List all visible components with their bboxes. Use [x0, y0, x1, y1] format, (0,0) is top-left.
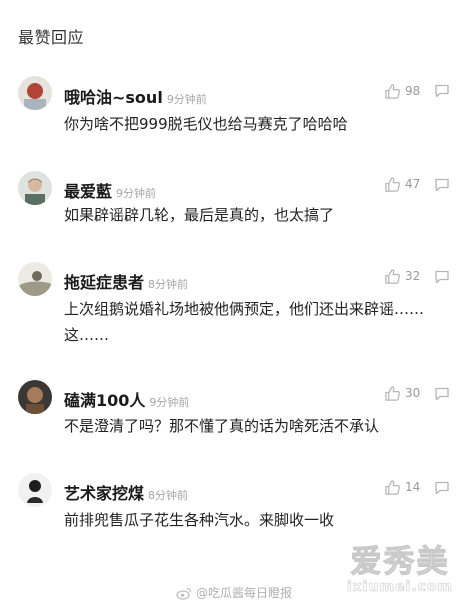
username[interactable]: 艺术家挖煤: [64, 484, 144, 503]
comment-text: 不是澄清了吗？那不懂了真的话为啥死活不承认: [64, 417, 380, 435]
thumbs-up-icon: [384, 479, 401, 496]
username[interactable]: 拖延症患者: [64, 273, 144, 292]
like-button[interactable]: 47: [384, 175, 420, 193]
timestamp: 8分钟前: [148, 278, 189, 291]
avatar[interactable]: [18, 171, 52, 205]
timestamp: 8分钟前: [148, 489, 189, 502]
watermark-main: 爱秀美: [350, 544, 450, 580]
avatar[interactable]: [18, 262, 52, 296]
timestamp: 9分钟前: [116, 187, 157, 200]
avatar[interactable]: [18, 473, 52, 507]
like-button[interactable]: 30: [384, 384, 420, 402]
like-count: 98: [405, 84, 421, 98]
comment-text: 前排兜售瓜子花生各种汽水。来脚收一收: [64, 511, 335, 529]
username[interactable]: 磕满100人: [64, 391, 145, 410]
timestamp: 9分钟前: [149, 396, 190, 409]
comment-bubble-icon[interactable]: [434, 269, 450, 285]
footer-text: @吃瓜酱每日瞪报: [196, 586, 293, 600]
comment-header: 拖延症患者 8分钟前: [64, 269, 188, 293]
like-count: 32: [405, 269, 421, 283]
comment-header: 最爱藍 9分钟前: [64, 178, 156, 202]
watermark: 爱秀美 ixiumei.com: [344, 544, 456, 596]
comment-header: 哦哈油~soul 9分钟前: [64, 84, 207, 108]
like-button[interactable]: 14: [384, 478, 420, 496]
username[interactable]: 最爱藍: [64, 182, 112, 201]
avatar[interactable]: [18, 76, 52, 110]
avatar[interactable]: [18, 380, 52, 414]
like-count: 47: [405, 177, 421, 191]
section-title: 最赞回应: [18, 28, 85, 47]
thumbs-up-icon: [384, 83, 401, 100]
comment-header: 磕满100人 9分钟前: [64, 387, 189, 411]
comment-header: 艺术家挖煤 8分钟前: [64, 480, 188, 504]
comment-bubble-icon[interactable]: [434, 386, 450, 402]
comment-bubble-icon[interactable]: [434, 83, 450, 99]
comment-text: 上次组鹅说婚礼场地被他俩预定，他们还出来辟谣……这……: [64, 300, 425, 344]
like-button[interactable]: 32: [384, 267, 420, 285]
comment-bubble-icon[interactable]: [434, 177, 450, 193]
timestamp: 9分钟前: [166, 93, 207, 106]
thumbs-up-icon: [384, 385, 401, 402]
comment-bubble-icon[interactable]: [434, 480, 450, 496]
like-count: 14: [405, 480, 421, 494]
thumbs-up-icon: [384, 176, 401, 193]
thumbs-up-icon: [384, 268, 401, 285]
comment-text: 如果辟谣辟几轮，最后是真的，也太搞了: [64, 206, 335, 224]
like-button[interactable]: 98: [384, 82, 420, 100]
weibo-logo-icon: [176, 586, 192, 600]
watermark-sub: ixiumei.com: [346, 579, 454, 596]
comment-text: 你为啥不把999脱毛仪也给马赛克了哈哈哈: [64, 115, 348, 133]
like-count: 30: [405, 386, 421, 400]
footer-attribution: @吃瓜酱每日瞪报: [176, 584, 292, 601]
username[interactable]: 哦哈油~soul: [64, 88, 163, 107]
